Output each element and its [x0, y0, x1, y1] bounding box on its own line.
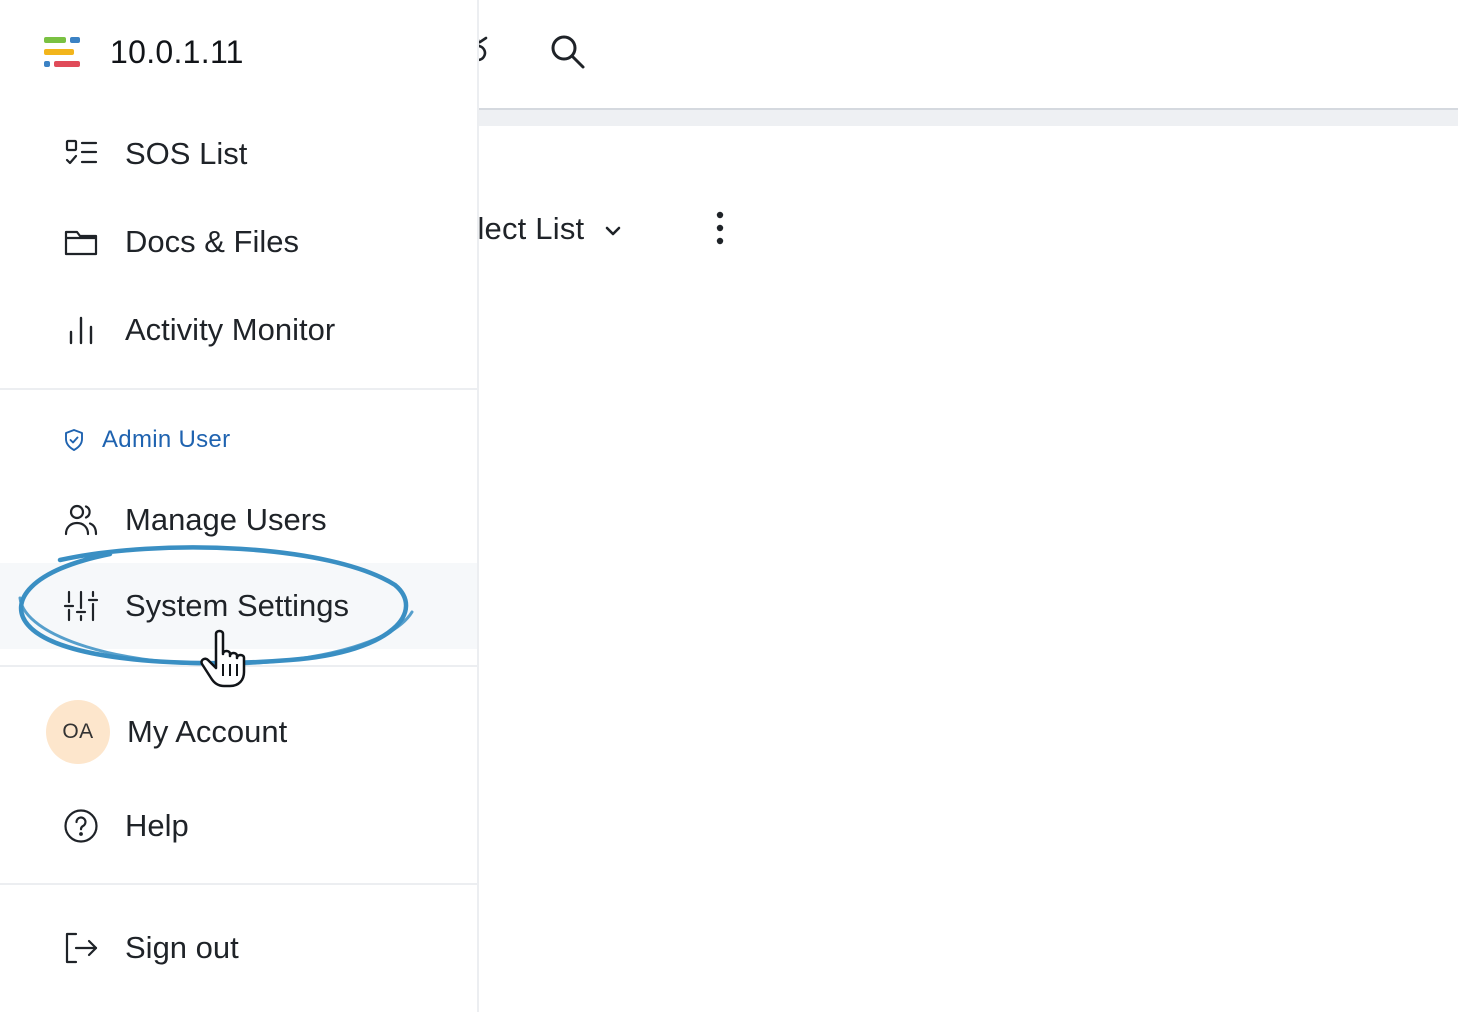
sidebar-item-label: SOS List [125, 136, 248, 171]
avatar: OA [46, 700, 110, 764]
list-select-dropdown[interactable]: elect List [460, 206, 624, 252]
bar-chart-icon [62, 311, 100, 349]
app-window: elect List 10.0.1.11 SOS List Docs & Fil… [0, 0, 1458, 1012]
sidebar-item-help[interactable]: Help [0, 783, 477, 869]
sidebar-item-manage-users[interactable]: Manage Users [0, 477, 477, 563]
brand-header: 10.0.1.11 [44, 30, 244, 74]
folder-icon [62, 223, 100, 261]
sidebar-item-docs-files[interactable]: Docs & Files [0, 199, 477, 285]
admin-section-text: Admin User [102, 426, 231, 453]
sidebar-item-label: Docs & Files [125, 224, 299, 259]
sidebar-divider [0, 883, 477, 885]
sliders-icon [62, 587, 100, 625]
users-icon [62, 501, 100, 539]
sidebar-item-label: Activity Monitor [125, 312, 336, 347]
checklist-icon [62, 135, 100, 173]
sidebar-menu: 10.0.1.11 SOS List Docs & Files Activity… [0, 0, 477, 1012]
chevron-down-icon [606, 226, 621, 236]
list-select-label: elect List [460, 211, 585, 246]
sign-out-icon [62, 929, 100, 967]
help-circle-icon [62, 807, 100, 845]
sidebar-item-label: System Settings [125, 588, 349, 623]
sidebar-item-label: My Account [127, 714, 288, 749]
sidebar-item-label: Help [125, 808, 189, 843]
sidebar-item-label: Manage Users [125, 502, 327, 537]
sidebar-item-my-account[interactable]: OA My Account [0, 689, 477, 775]
sidebar-divider [0, 665, 477, 667]
app-logo-icon [44, 37, 80, 67]
search-icon[interactable] [546, 30, 590, 74]
sidebar-divider [0, 388, 477, 390]
host-title: 10.0.1.11 [110, 33, 244, 70]
shield-check-icon [65, 429, 83, 451]
sidebar-item-activity-monitor[interactable]: Activity Monitor [0, 287, 477, 373]
sidebar-item-label: Sign out [125, 930, 239, 965]
sidebar-item-sign-out[interactable]: Sign out [0, 905, 477, 991]
more-vertical-icon[interactable] [704, 206, 736, 252]
sidebar-item-sos-list[interactable]: SOS List [0, 111, 477, 197]
admin-section-label: Admin User [62, 420, 230, 460]
sidebar-item-system-settings[interactable]: System Settings [0, 563, 477, 649]
